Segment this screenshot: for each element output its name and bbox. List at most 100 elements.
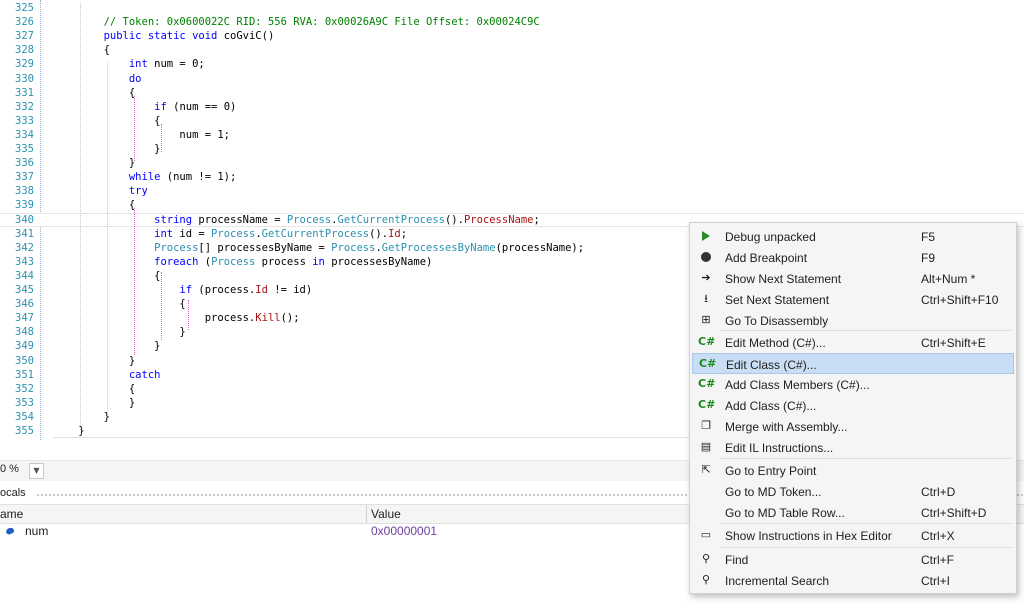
code-token: public static void: [53, 30, 224, 43]
set-next-icon: ⭳: [704, 293, 708, 305]
code-line[interactable]: 328 {: [0, 43, 1024, 57]
code-token: if: [53, 100, 167, 113]
menu-item-shortcut: Alt+Num *: [921, 272, 976, 286]
menu-item-shortcut: Ctrl+X: [921, 529, 955, 543]
code-line[interactable]: 336 }: [0, 156, 1024, 170]
menu-item-show-instructions-in-hex-editor[interactable]: ▭ Show Instructions in Hex Editor Ctrl+X: [692, 525, 1012, 546]
code-token: foreach: [53, 255, 199, 268]
menu-item-add-class-members-c[interactable]: C# Add Class Members (C#)...: [692, 374, 1012, 395]
code-token: (processName);: [495, 241, 585, 254]
menu-item-label: Show Next Statement: [725, 272, 842, 286]
code-token: }: [53, 410, 110, 423]
menu-item-show-next-statement[interactable]: ➔ Show Next Statement Alt+Num *: [692, 268, 1012, 289]
menu-item-label: Incremental Search: [725, 574, 830, 588]
code-token: GetProcessesByName: [381, 241, 496, 254]
menu-item-incremental-search[interactable]: ⚲ Incremental Search Ctrl+I: [692, 570, 1012, 591]
menu-item-add-breakpoint[interactable]: Add Breakpoint F9: [692, 247, 1012, 268]
code-token: id =: [173, 227, 212, 240]
column-header-name[interactable]: ame: [0, 507, 23, 521]
menu-item-debug-unpacked[interactable]: Debug unpacked F5: [692, 226, 1012, 247]
zoom-dropdown-icon[interactable]: ▼: [29, 463, 44, 479]
disassembly-icon: ⊞: [701, 314, 711, 326]
code-token: processName =: [192, 213, 287, 226]
menu-item-find[interactable]: ⚲ Find Ctrl+F: [692, 549, 1012, 570]
code-line[interactable]: 339 {: [0, 198, 1024, 212]
menu-item-add-class-c[interactable]: C# Add Class (C#)...: [692, 395, 1012, 416]
menu-item-merge-with-assembly[interactable]: ❐ Merge with Assembly...: [692, 416, 1012, 437]
code-line[interactable]: 332 if (num == 0): [0, 100, 1024, 114]
code-token: in: [312, 255, 325, 268]
code-line[interactable]: 333 {: [0, 114, 1024, 128]
menu-item-edit-il-instructions[interactable]: ▤ Edit IL Instructions...: [692, 437, 1012, 458]
code-token: != id): [267, 284, 313, 296]
code-text: public static void coGviC(): [53, 29, 275, 43]
code-line[interactable]: 325: [0, 1, 1024, 15]
code-token: int: [53, 227, 174, 240]
csharp-icon: C#: [698, 335, 716, 348]
line-number: 347: [15, 312, 34, 325]
search-icon: ⚲: [701, 553, 711, 565]
menu-item-set-next-statement[interactable]: ⭳ Set Next Statement Ctrl+Shift+F10: [692, 289, 1012, 310]
code-line[interactable]: 331 {: [0, 86, 1024, 100]
variable-icon: [5, 526, 15, 536]
code-token: Id: [255, 284, 268, 296]
code-token: Process: [211, 227, 256, 240]
menu-item-label: Add Class (C#)...: [725, 399, 817, 413]
code-token: ().: [369, 227, 389, 240]
code-line[interactable]: 330 do: [0, 72, 1024, 86]
breakpoint-icon: [698, 250, 714, 264]
code-token: {: [53, 199, 136, 212]
menu-item-go-to-md-table-row[interactable]: Go to MD Table Row... Ctrl+Shift+D: [692, 502, 1012, 523]
line-number: 345: [15, 284, 34, 296]
code-token: (process.: [192, 284, 256, 296]
menu-item-shortcut: Ctrl+Shift+D: [921, 506, 987, 520]
line-number: 339: [15, 199, 34, 212]
code-token: }: [53, 396, 136, 409]
code-text: process.Kill();: [53, 311, 300, 325]
menu-item-edit-method-c[interactable]: C# Edit Method (C#)... Ctrl+Shift+E: [692, 332, 1012, 353]
code-token: process: [255, 255, 313, 268]
code-line[interactable]: 338 try: [0, 184, 1024, 198]
code-line[interactable]: 326 // Token: 0x0600022C RID: 556 RVA: 0…: [0, 15, 1024, 29]
code-token: 0;: [192, 58, 205, 71]
code-line[interactable]: 329 int num = 0;: [0, 57, 1024, 71]
code-token: }: [53, 439, 59, 440]
variable-value[interactable]: 0x00000001: [371, 524, 437, 538]
menu-item-go-to-disassembly[interactable]: ⊞ Go To Disassembly: [692, 310, 1012, 331]
code-text: }: [53, 396, 135, 410]
menu-item-shortcut: Ctrl+Shift+F10: [921, 293, 999, 307]
indent-guide: [80, 3, 81, 430]
code-token: Kill: [255, 312, 281, 325]
locals-title: ocals: [0, 487, 26, 499]
line-number: 333: [15, 114, 34, 127]
menu-item-go-to-entry-point[interactable]: ⇱ Go to Entry Point: [692, 460, 1012, 481]
code-token: ();: [280, 312, 300, 325]
menu-item-label: Go to MD Token...: [725, 485, 822, 499]
line-number: 352: [15, 382, 34, 395]
code-line[interactable]: 334 num = 1;: [0, 128, 1024, 142]
menu-item-shortcut: Ctrl+I: [921, 574, 951, 588]
code-line[interactable]: 337 while (num != 1);: [0, 170, 1024, 184]
zoom-level[interactable]: 0 %: [0, 463, 19, 475]
code-text: }: [53, 156, 135, 170]
code-line[interactable]: 327 public static void coGviC(): [0, 29, 1024, 43]
code-token: coGviC(): [223, 30, 275, 43]
code-token: ().: [444, 213, 464, 226]
line-number: 353: [15, 396, 34, 409]
menu-item-go-to-md-token[interactable]: Go to MD Token... Ctrl+D: [692, 481, 1012, 502]
arrow-right-icon: ➔: [701, 272, 711, 284]
column-resize-handle[interactable]: [366, 505, 367, 523]
menu-separator: [720, 458, 1012, 459]
line-number: 351: [15, 368, 34, 381]
line-number: 349: [15, 340, 34, 353]
menu-item-edit-class-c[interactable]: C# Edit Class (C#)...: [692, 353, 1014, 374]
code-line[interactable]: 335 }: [0, 142, 1024, 156]
menu-item-shortcut: Ctrl+Shift+E: [921, 336, 986, 350]
indent-guide: [134, 96, 135, 161]
column-header-value[interactable]: Value: [371, 507, 401, 521]
merge-icon: ❐: [701, 420, 711, 432]
csharp-icon: C#: [698, 398, 716, 411]
il-icon: ▤: [700, 441, 712, 453]
code-text: foreach (Process process in processesByN…: [53, 255, 432, 269]
code-token: ;: [400, 227, 408, 240]
